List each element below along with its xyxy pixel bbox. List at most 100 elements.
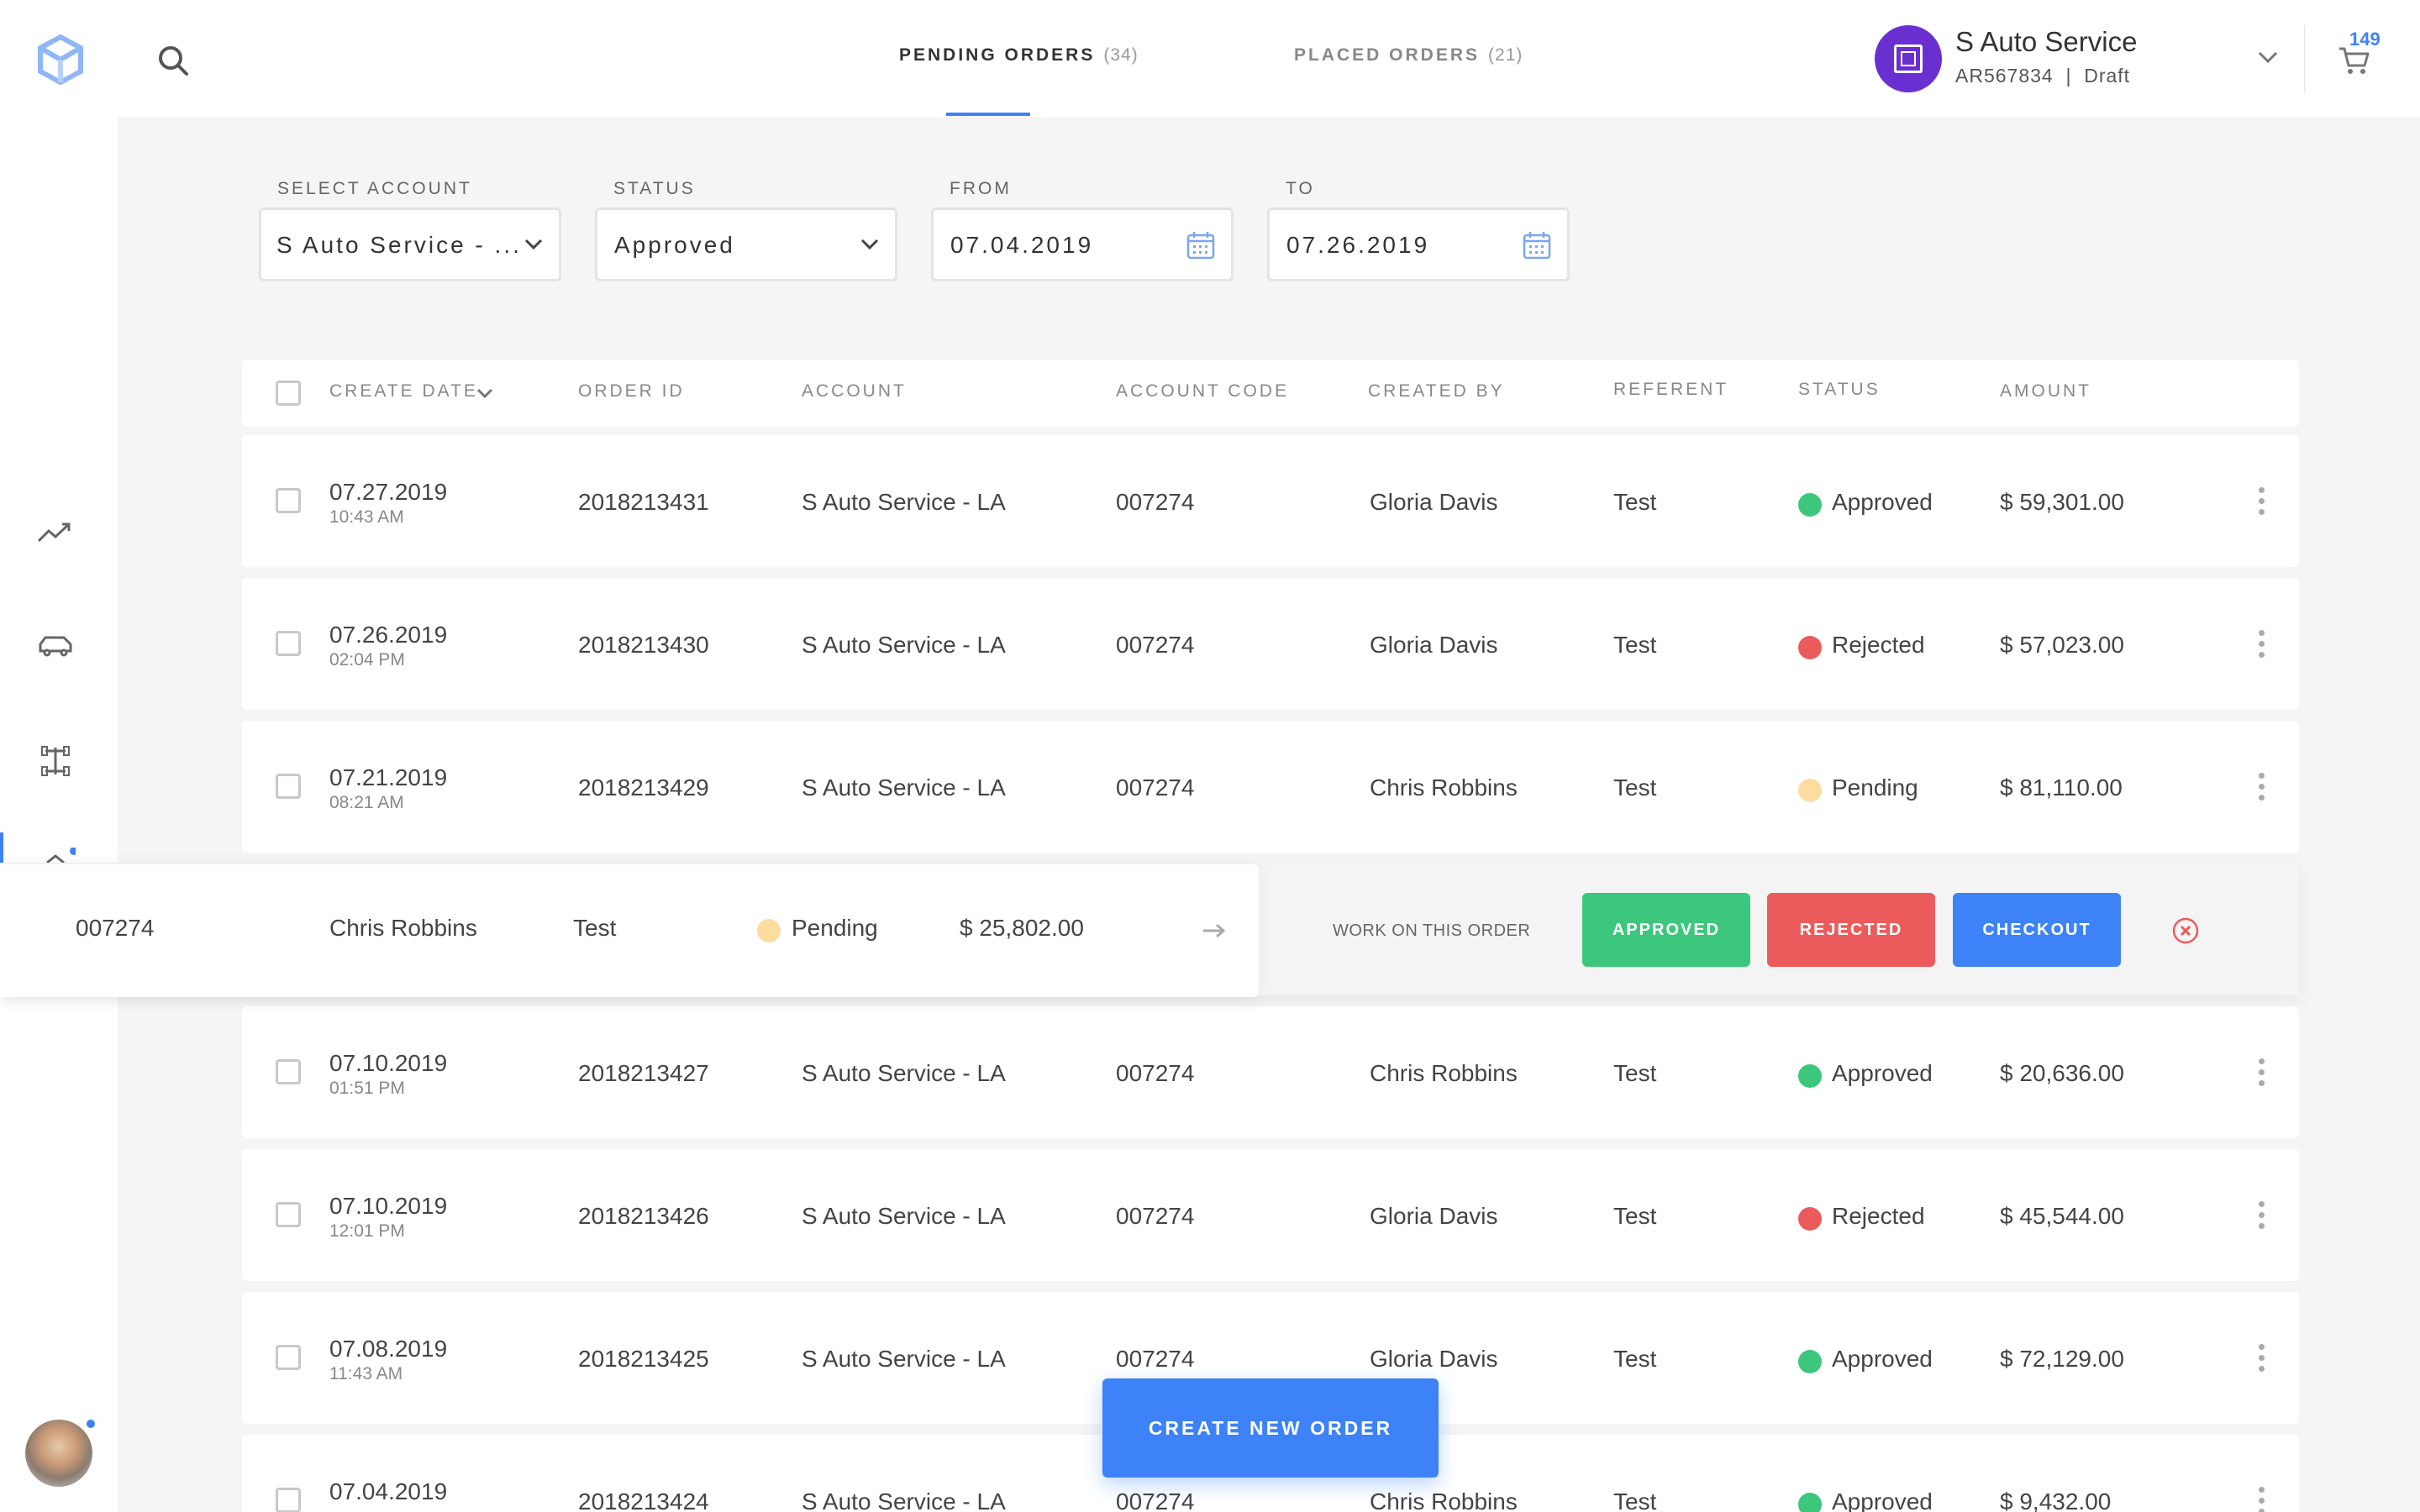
account-avatar[interactable] bbox=[1875, 25, 1942, 92]
created-by: Chris Robbins bbox=[1370, 774, 1518, 801]
to-date-value: 07.26.2019 bbox=[1286, 232, 1430, 258]
expanded-row-summary[interactable]: 007274 Chris Robbins Test Pending $ 25,8… bbox=[0, 864, 1259, 997]
order-id: 2018213425 bbox=[578, 1346, 709, 1372]
kebab-menu-icon[interactable] bbox=[2259, 487, 2265, 516]
kebab-menu-icon[interactable] bbox=[2259, 773, 2265, 801]
chevron-down-icon bbox=[524, 239, 543, 250]
table-row[interactable]: 07.26.2019 02:04 PM 2018213430 S Auto Servi… bbox=[242, 578, 2299, 710]
chevron-down-icon[interactable] bbox=[2257, 49, 2279, 66]
status-select[interactable]: Approved bbox=[595, 207, 897, 281]
referent: Test bbox=[1613, 1060, 1657, 1086]
reject-button[interactable]: REJECTED bbox=[1767, 893, 1935, 967]
approve-button[interactable]: APPROVED bbox=[1582, 893, 1750, 967]
created-by: Gloria Davis bbox=[1370, 1346, 1498, 1372]
table-row[interactable]: 07.27.2019 10:43 AM 2018213431 S Auto Servi… bbox=[242, 435, 2299, 567]
tab-count: (34) bbox=[1103, 45, 1139, 65]
select-all-checkbox[interactable] bbox=[276, 381, 301, 406]
status-dot bbox=[1798, 636, 1822, 659]
status-text: Pending bbox=[1832, 774, 1918, 801]
create-time: 01:51 PM bbox=[329, 1079, 405, 1098]
amount: $ 9,432.00 bbox=[2000, 1488, 2112, 1512]
create-new-order-button[interactable]: CREATE NEW ORDER bbox=[1102, 1378, 1439, 1478]
calendar-icon[interactable] bbox=[1522, 230, 1552, 260]
calendar-icon[interactable] bbox=[1186, 230, 1216, 260]
account-name: S Auto Service bbox=[1955, 26, 2138, 57]
active-tab-indicator bbox=[946, 113, 1030, 116]
amount: $ 45,544.00 bbox=[2000, 1203, 2124, 1229]
status-dot bbox=[757, 919, 781, 942]
kebab-menu-icon[interactable] bbox=[2259, 1058, 2265, 1087]
user-avatar[interactable] bbox=[25, 1420, 92, 1487]
account-code: 007274 bbox=[1116, 1488, 1195, 1512]
account-code: 007274 bbox=[1116, 774, 1195, 801]
search-icon[interactable] bbox=[156, 44, 190, 77]
arrow-right-icon[interactable] bbox=[1202, 922, 1227, 939]
referent: Test bbox=[573, 915, 617, 941]
amount: $ 81,110.00 bbox=[2000, 774, 2123, 801]
column-header-create-date[interactable]: CREATE DATE bbox=[329, 381, 478, 402]
active-nav-indicator bbox=[0, 832, 3, 866]
status-text: Approved bbox=[1832, 1346, 1933, 1372]
account-code: 007274 bbox=[1116, 632, 1195, 658]
status-text: Approved bbox=[1832, 1488, 1933, 1512]
account-select[interactable]: S Auto Service - ... bbox=[259, 207, 561, 281]
account: S Auto Service - LA bbox=[802, 774, 1006, 801]
chassis-icon[interactable] bbox=[35, 744, 76, 778]
row-checkbox[interactable] bbox=[276, 631, 301, 656]
top-bar: PENDING ORDERS (34) PLACED ORDERS (21) S A… bbox=[0, 0, 2420, 117]
table-row[interactable]: 07.10.2019 12:01 PM 2018213426 S Auto Servi… bbox=[242, 1149, 2299, 1281]
create-date: 07.26.2019 bbox=[329, 622, 448, 648]
row-checkbox[interactable] bbox=[276, 774, 301, 799]
amount: $ 25,802.00 bbox=[960, 915, 1084, 941]
create-time: 10:43 AM bbox=[329, 507, 404, 527]
to-label: TO bbox=[1286, 179, 1315, 198]
trend-icon[interactable] bbox=[35, 516, 76, 549]
sidebar bbox=[0, 117, 118, 1512]
car-icon[interactable] bbox=[35, 629, 76, 663]
status-text: Rejected bbox=[1832, 1203, 1925, 1229]
row-checkbox[interactable] bbox=[276, 1059, 301, 1084]
account-select-value: S Auto Service - ... bbox=[276, 232, 522, 258]
create-date: 07.10.2019 bbox=[329, 1193, 448, 1219]
row-checkbox[interactable] bbox=[276, 1345, 301, 1370]
table-row[interactable]: 07.10.2019 01:51 PM 2018213427 S Auto Servi… bbox=[242, 1006, 2299, 1138]
account: S Auto Service - LA bbox=[802, 632, 1006, 658]
created-by: Chris Robbins bbox=[329, 915, 477, 941]
status-dot bbox=[1798, 779, 1822, 802]
account: S Auto Service - LA bbox=[802, 1346, 1006, 1372]
column-header-order-id: ORDER ID bbox=[578, 381, 685, 401]
kebab-menu-icon[interactable] bbox=[2259, 1344, 2265, 1373]
tab-pending-orders[interactable]: PENDING ORDERS (34) bbox=[899, 45, 1139, 66]
table-header: CREATE DATE ORDER ID ACCOUNT ACCOUNT COD… bbox=[242, 360, 2299, 427]
row-checkbox[interactable] bbox=[276, 1488, 301, 1512]
order-id: 2018213427 bbox=[578, 1060, 709, 1086]
account-code: 007274 bbox=[1116, 489, 1195, 515]
referent: Test bbox=[1613, 489, 1657, 515]
checkout-button[interactable]: CHECKOUT bbox=[1953, 893, 2121, 967]
close-icon[interactable] bbox=[2172, 917, 2199, 944]
amount: $ 59,301.00 bbox=[2000, 489, 2124, 515]
row-checkbox[interactable] bbox=[276, 1202, 301, 1227]
kebab-menu-icon[interactable] bbox=[2259, 1487, 2265, 1512]
create-date: 07.27.2019 bbox=[329, 479, 448, 505]
from-label: FROM bbox=[950, 179, 1012, 198]
column-header-account-code: ACCOUNT CODE bbox=[1116, 381, 1289, 401]
from-date-field[interactable]: 07.04.2019 bbox=[931, 207, 1234, 281]
select-account-label: SELECT ACCOUNT bbox=[277, 179, 472, 198]
table-row[interactable]: 07.21.2019 08:21 AM 2018213429 S Auto Servi… bbox=[242, 721, 2299, 853]
created-by: Gloria Davis bbox=[1370, 632, 1498, 658]
status-text: Approved bbox=[1832, 489, 1933, 515]
tab-label: PLACED ORDERS bbox=[1294, 45, 1481, 65]
chevron-down-icon[interactable] bbox=[476, 386, 494, 400]
column-header-referent: REFERENT bbox=[1613, 380, 1729, 399]
logo-icon[interactable] bbox=[37, 34, 84, 86]
created-by: Chris Robbins bbox=[1370, 1060, 1518, 1086]
divider bbox=[2304, 25, 2305, 92]
kebab-menu-icon[interactable] bbox=[2259, 630, 2265, 659]
row-checkbox[interactable] bbox=[276, 488, 301, 513]
from-date-value: 07.04.2019 bbox=[950, 232, 1094, 258]
kebab-menu-icon[interactable] bbox=[2259, 1201, 2265, 1230]
to-date-field[interactable]: 07.26.2019 bbox=[1267, 207, 1570, 281]
tab-placed-orders[interactable]: PLACED ORDERS (21) bbox=[1294, 45, 1523, 66]
created-by: Chris Robbins bbox=[1370, 1488, 1518, 1512]
